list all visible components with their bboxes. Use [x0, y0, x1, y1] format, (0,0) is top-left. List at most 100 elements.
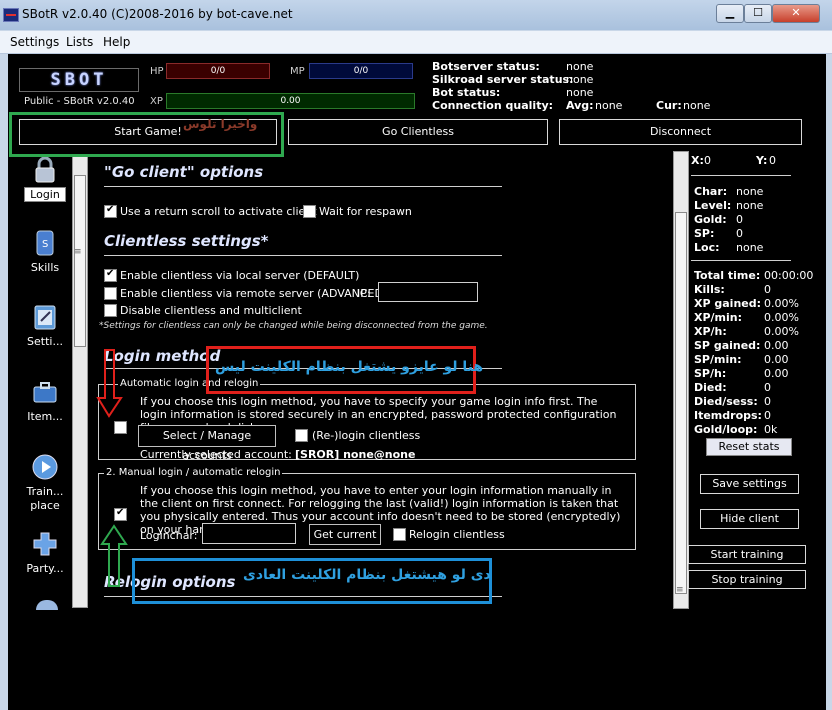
- main-scrollbar[interactable]: ≡: [673, 151, 689, 609]
- ip-label: IP:: [357, 287, 371, 300]
- menu-lists[interactable]: Lists: [66, 35, 93, 49]
- clientless-remote-label: Enable clientless via remote server (ADV…: [120, 287, 388, 300]
- silkroad-status-label: Silkroad server status:: [432, 73, 574, 86]
- clientless-local-checkbox[interactable]: [104, 268, 117, 282]
- sidebar-label-login: Login: [24, 187, 66, 202]
- close-button[interactable]: ✕: [772, 4, 820, 23]
- clientless-heading: Clientless settings*: [104, 232, 269, 250]
- briefcase-icon: [31, 378, 59, 406]
- stat-sp-min-label: SP/min:: [694, 353, 742, 366]
- sidebar-label-settings: Setti...: [27, 335, 63, 348]
- stat-sp-h-value: 0.00: [764, 367, 789, 380]
- relogin-clientless-label: (Re-)login clientless: [312, 429, 421, 442]
- sidebar-item-settings[interactable]: Setti...: [24, 303, 66, 348]
- botserver-status-label: Botserver status:: [432, 60, 540, 73]
- stat-total-time-label: Total time:: [694, 269, 761, 282]
- red-arrow-icon: [96, 349, 123, 418]
- reset-stats-button[interactable]: Reset stats: [706, 438, 792, 456]
- svg-text:S: S: [42, 239, 48, 250]
- sidebar-item-training-place[interactable]: Train... place: [24, 453, 66, 513]
- sidebar-label-items: Item...: [27, 410, 63, 423]
- green-arrow-icon: [100, 524, 128, 587]
- cur-label: Cur:: [656, 99, 682, 112]
- sidebar-item-items[interactable]: Item...: [24, 378, 66, 423]
- stat-xp-h-value: 0.00%: [764, 325, 799, 338]
- get-current-button[interactable]: Get current: [309, 524, 381, 545]
- loc-label: Loc:: [694, 241, 720, 254]
- sidebar-label-skills: Skills: [30, 261, 60, 274]
- disable-clientless-label: Disable clientless and multiclient: [120, 304, 302, 317]
- blue-annotation-text: دى لو هيشتغل بنظام الكلينت العادى: [243, 567, 491, 583]
- mp-bar: 0/0: [309, 63, 413, 79]
- menu-help[interactable]: Help: [103, 35, 130, 49]
- main-scroll-thumb[interactable]: [675, 212, 687, 594]
- save-settings-button[interactable]: Save settings: [700, 474, 799, 494]
- start-training-button[interactable]: Start training: [688, 545, 806, 564]
- lock-icon: [31, 156, 59, 184]
- loc-value: none: [736, 241, 764, 254]
- sidebar-item-login[interactable]: Login: [24, 156, 66, 202]
- stat-gold-loop-value: 0k: [764, 423, 778, 436]
- grip-icon: ≡: [74, 247, 82, 257]
- scroll-icon: S: [31, 229, 59, 257]
- wait-respawn-checkbox[interactable]: [303, 205, 316, 218]
- manage-accounts-button[interactable]: Select / Manage accounts: [138, 425, 276, 462]
- disable-clientless-checkbox[interactable]: [104, 304, 117, 317]
- level-value: none: [736, 199, 764, 212]
- stats-divider: [691, 260, 791, 261]
- avg-value: none: [595, 99, 623, 112]
- manual-login-title: 2. Manual login / automatic relogin: [104, 467, 283, 478]
- wait-respawn-label: Wait for respawn: [319, 205, 412, 218]
- sidebar-item-party[interactable]: Party...: [24, 530, 66, 575]
- return-scroll-label: Use a return scroll to activate client: [120, 205, 317, 218]
- hp-label: HP: [150, 66, 164, 77]
- bot-status-value: none: [566, 86, 594, 99]
- hide-client-button[interactable]: Hide client: [700, 509, 799, 529]
- manual-relogin-clientless-checkbox[interactable]: [393, 528, 406, 541]
- stat-sp-gained-label: SP gained:: [694, 339, 761, 352]
- xp-bar: 0.00: [166, 93, 415, 109]
- sidebar-scroll-thumb[interactable]: [74, 175, 86, 347]
- clientless-note: *Settings for clientless can only be cha…: [99, 321, 488, 331]
- stat-sp-min-value: 0.00: [764, 353, 789, 366]
- selected-account-label: Currently selected account:: [140, 448, 292, 461]
- sidebar-label-party: Party...: [26, 562, 64, 575]
- y-value: 0: [769, 154, 776, 167]
- mp-label: MP: [290, 66, 305, 77]
- disconnect-button[interactable]: Disconnect: [559, 119, 802, 145]
- stat-itemdrops-value: 0: [764, 409, 771, 422]
- maximize-button[interactable]: ☐: [744, 4, 772, 23]
- go-clientless-button[interactable]: Go Clientless: [288, 119, 548, 145]
- manual-relogin-clientless-label: Relogin clientless: [409, 528, 505, 541]
- stat-xp-gained-value: 0.00%: [764, 297, 799, 310]
- sidebar-label-training-place: Train... place: [26, 485, 64, 512]
- stat-xp-gained-label: XP gained:: [694, 297, 762, 310]
- stop-training-button[interactable]: Stop training: [688, 570, 806, 589]
- cur-value: none: [683, 99, 711, 112]
- stat-died-label: Died:: [694, 381, 727, 394]
- stat-kills-value: 0: [764, 283, 771, 296]
- stat-total-time-value: 00:00:00: [764, 269, 814, 282]
- sidebar-scrollbar[interactable]: ≡: [72, 156, 88, 608]
- sidebar-item-skills[interactable]: S Skills: [24, 229, 66, 274]
- clientless-remote-checkbox[interactable]: [104, 287, 117, 300]
- return-scroll-checkbox[interactable]: [104, 204, 117, 218]
- stats-divider: [691, 175, 791, 176]
- loginchar-input[interactable]: [202, 523, 296, 544]
- app-icon: [3, 8, 19, 22]
- red-annotation-text: هنا لو عايزو يشتغل بنظام الكلينت ليس: [215, 359, 484, 375]
- stat-died-sess-value: 0: [764, 395, 771, 408]
- menu-settings[interactable]: Settings: [10, 35, 59, 49]
- y-label: Y:: [756, 154, 768, 167]
- minimize-button[interactable]: ▁: [716, 4, 744, 23]
- silkroad-status-value: none: [566, 73, 594, 86]
- ip-input[interactable]: [378, 282, 478, 302]
- relogin-clientless-checkbox[interactable]: [295, 429, 308, 442]
- stat-sp-h-label: SP/h:: [694, 367, 727, 380]
- selected-account-value: [SROR] none@none: [295, 448, 416, 461]
- heading-underline: [104, 186, 502, 187]
- auto-login-radio[interactable]: [114, 421, 127, 434]
- bot-status-label: Bot status:: [432, 86, 501, 99]
- manual-login-radio[interactable]: [114, 507, 127, 521]
- xp-label: XP: [150, 96, 163, 107]
